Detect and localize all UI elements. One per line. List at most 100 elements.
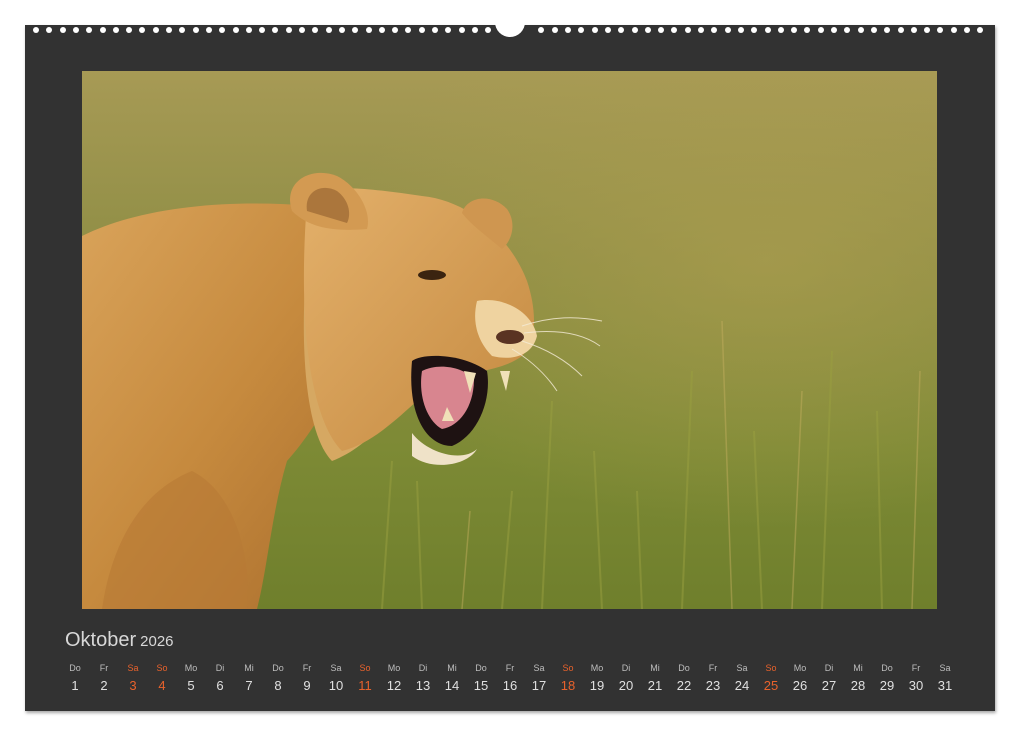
day-number: 28	[850, 678, 866, 693]
day-number: 17	[531, 678, 547, 693]
binding-hole	[259, 27, 266, 33]
weekday-label: Fr	[99, 663, 109, 673]
calendar-day: Sa 17	[526, 662, 552, 696]
binding-hole	[764, 27, 771, 33]
binding-hole	[59, 27, 66, 33]
day-number: 14	[444, 678, 460, 693]
day-number: 25	[763, 678, 779, 693]
calendar-day: Mo 19	[584, 662, 610, 696]
binding-hole	[644, 27, 651, 33]
calendar-day: Do 22	[671, 662, 697, 696]
weekday-label: Fr	[911, 663, 921, 673]
binding-hole	[698, 27, 704, 33]
weekday-label: Sa	[736, 663, 748, 673]
calendar-day: Mi 21	[642, 662, 668, 696]
binding-hole	[458, 27, 465, 33]
binding-hole	[724, 27, 731, 33]
day-number: 1	[71, 678, 79, 693]
binding-hole	[325, 27, 332, 33]
binding-hole	[658, 27, 665, 33]
binding-hole	[684, 27, 691, 33]
day-number: 23	[705, 678, 721, 693]
binding-hole	[671, 27, 678, 33]
weekday-label: Sa	[330, 663, 342, 673]
binding-hole	[485, 27, 492, 33]
binding-hole	[445, 27, 452, 33]
binding-hole	[924, 27, 931, 33]
calendar-page: Oktober 2026 Do 1 Fr 2 Sa 3 So 4 Mo 5 Di 6 Mi 7 Do 8 Fr 9 S…	[25, 19, 995, 711]
binding-hole	[126, 27, 133, 33]
binding-hole	[338, 27, 345, 33]
day-number: 22	[676, 678, 692, 693]
day-number: 31	[937, 678, 953, 693]
binding-hole	[112, 27, 119, 33]
binding-hole	[405, 27, 412, 33]
day-number: 18	[560, 678, 576, 693]
month-name: Oktober	[65, 629, 137, 651]
binding-hole	[272, 27, 279, 33]
calendar-day: Fr 23	[700, 662, 726, 696]
binding-hole	[232, 27, 239, 33]
binding-hole	[870, 27, 877, 33]
calendar-day: Fr 16	[497, 662, 523, 696]
weekday-label: Mi	[244, 663, 254, 673]
weekday-label: Sa	[533, 663, 545, 673]
binding-hole	[977, 27, 984, 33]
day-number: 6	[216, 678, 224, 693]
binding-hole	[352, 27, 359, 33]
calendar-day: Di 6	[207, 662, 233, 696]
day-number: 9	[303, 678, 311, 693]
binding-hole	[910, 27, 917, 33]
day-number: 15	[473, 678, 489, 693]
weekday-label: Mo	[590, 663, 604, 673]
binding-hole	[245, 27, 252, 33]
weekday-label: Di	[621, 663, 631, 673]
weekday-label: Di	[215, 663, 225, 673]
calendar-day: Sa 3	[120, 662, 146, 696]
weekday-label: Sa	[127, 663, 139, 673]
binding-hole	[604, 27, 611, 33]
binding-hole	[711, 27, 718, 33]
day-number: 19	[589, 678, 605, 693]
day-number: 29	[879, 678, 895, 693]
binding-hole	[299, 27, 305, 33]
day-number: 27	[821, 678, 837, 693]
month-year: 2026	[140, 633, 174, 650]
binding-hole	[964, 27, 970, 33]
calendar-day: Mo 26	[787, 662, 813, 696]
binding-hole	[857, 27, 864, 33]
weekday-label: Do	[69, 663, 81, 673]
weekday-label: Do	[475, 663, 487, 673]
weekday-label: So	[359, 663, 371, 673]
binding-hole	[804, 27, 811, 33]
binding-hole	[831, 27, 837, 33]
calendar-day: So 11	[352, 662, 378, 696]
day-number: 20	[618, 678, 634, 693]
weekday-label: Mi	[447, 663, 457, 673]
calendar-day: Mi 7	[236, 662, 262, 696]
binding-hole	[471, 27, 478, 33]
calendar-day: Di 27	[816, 662, 842, 696]
binding-hole	[46, 27, 53, 33]
day-number: 24	[734, 678, 750, 693]
binding-hole	[33, 27, 39, 33]
weekday-label: Do	[678, 663, 690, 673]
day-number: 4	[158, 678, 166, 693]
binding-hole	[86, 27, 93, 33]
binding-hole	[152, 27, 159, 33]
weekday-label: Mi	[853, 663, 863, 673]
weekday-label: Di	[418, 663, 428, 673]
calendar-day: So 25	[758, 662, 784, 696]
calendar-day: So 18	[555, 662, 581, 696]
wire-binding	[25, 19, 995, 39]
binding-hole	[551, 27, 558, 33]
weekday-label: Sa	[939, 663, 951, 673]
binding-hole	[312, 27, 319, 33]
binding-hole	[950, 27, 957, 33]
day-number: 10	[328, 678, 344, 693]
weekday-label: Di	[824, 663, 834, 673]
binding-hole	[72, 27, 79, 33]
calendar-day: Do 8	[265, 662, 291, 696]
calendar-day: Sa 10	[323, 662, 349, 696]
calendar-day: Fr 9	[294, 662, 320, 696]
